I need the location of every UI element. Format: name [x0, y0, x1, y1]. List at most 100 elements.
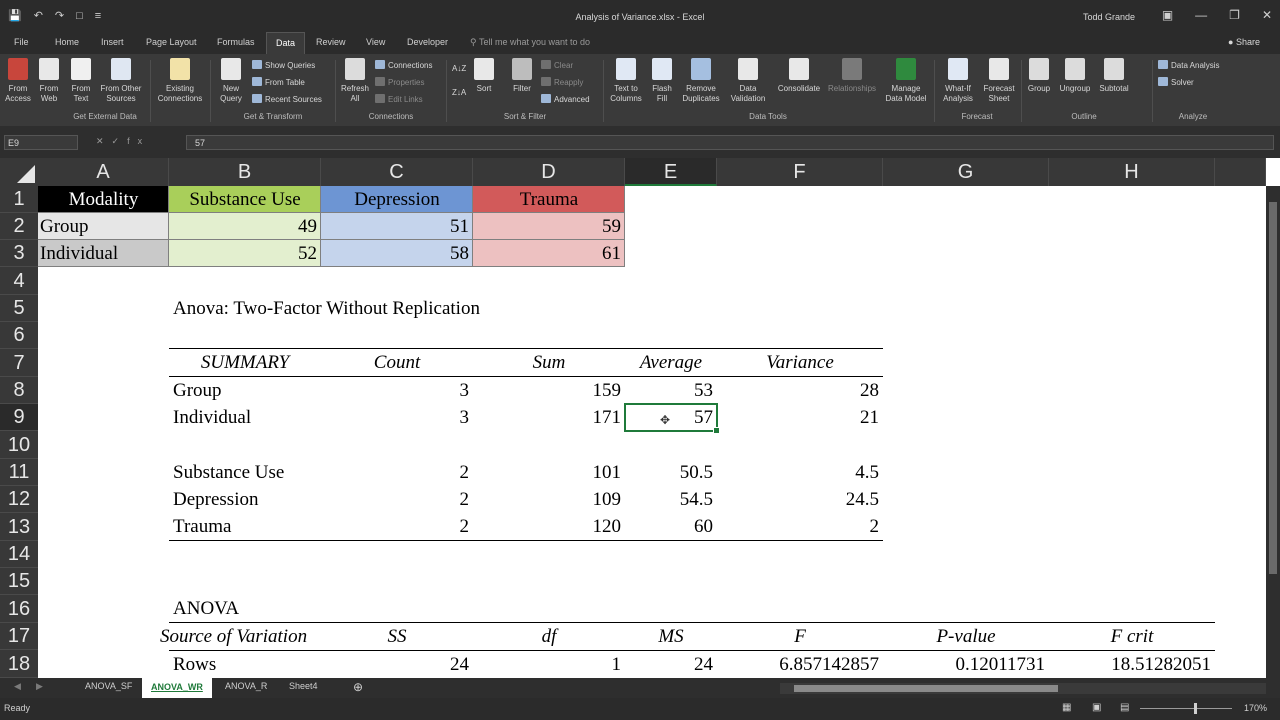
cell-b2[interactable]: 49 [169, 213, 317, 240]
vertical-scrollbar[interactable] [1266, 186, 1280, 678]
filter-button[interactable]: Filter [508, 58, 536, 94]
anova-header-ms[interactable]: MS [625, 623, 717, 650]
prev-sheet-icon[interactable]: ◀ [14, 681, 21, 692]
column-header-c[interactable]: C [321, 158, 473, 186]
tab-insert[interactable]: Insert [101, 37, 124, 47]
anova-cell[interactable]: 6.857142857 [717, 651, 879, 678]
row-header-18[interactable]: 18 [0, 650, 38, 678]
column-header-f[interactable]: F [717, 158, 883, 186]
row-header-8[interactable]: 8 [0, 377, 38, 404]
summary-cell[interactable]: 2 [321, 459, 470, 486]
from-access-button[interactable]: From Access [3, 58, 33, 104]
summary-row-label[interactable]: Individual [173, 404, 251, 431]
summary-header-sum[interactable]: Sum [473, 349, 625, 376]
group-button[interactable]: Group [1024, 58, 1054, 94]
data-validation-button[interactable]: Data Validation [725, 58, 771, 104]
enter-icon[interactable]: ✓ [112, 136, 128, 146]
anova-header-p-value[interactable]: P-value [883, 623, 1049, 650]
row-header-1[interactable]: 1 [0, 186, 38, 213]
flash-fill-button[interactable]: Flash Fill [648, 58, 676, 104]
active-cell-selection[interactable] [624, 403, 720, 434]
cell-b1[interactable]: Substance Use [169, 186, 321, 213]
edit-links-button[interactable]: Edit Links [375, 94, 423, 104]
sort-button[interactable]: Sort [470, 58, 498, 94]
cell-a2[interactable]: Group [40, 213, 168, 240]
row-header-16[interactable]: 16 [0, 595, 38, 623]
cell-c2[interactable]: 51 [321, 213, 469, 240]
tab-view[interactable]: View [366, 37, 385, 47]
zoom-slider[interactable] [1140, 708, 1232, 709]
row-header-12[interactable]: 12 [0, 486, 38, 513]
sort-ascending-icon[interactable]: A↓Z [452, 64, 466, 73]
minimize-icon[interactable]: — [1195, 8, 1207, 22]
row-header-5[interactable]: 5 [0, 295, 38, 322]
refresh-all-button[interactable]: Refresh All [338, 58, 372, 104]
cell-a3[interactable]: Individual [40, 240, 168, 267]
summary-cell[interactable]: 109 [473, 486, 622, 513]
summary-cell[interactable]: 159 [473, 377, 622, 404]
spreadsheet-grid[interactable]: A B C D E F G H 1 2 3 4 5 6 7 8 9 10 11 … [0, 158, 1280, 678]
row-header-11[interactable]: 11 [0, 459, 38, 486]
share-button[interactable]: ● Share [1228, 37, 1260, 47]
summary-cell[interactable]: 171 [473, 404, 622, 431]
anova-header-f-crit[interactable]: F crit [1049, 623, 1215, 650]
select-all-corner[interactable] [0, 158, 38, 186]
summary-cell[interactable]: 2 [321, 486, 470, 513]
summary-cell[interactable]: 2 [321, 513, 470, 540]
tab-formulas[interactable]: Formulas [217, 37, 255, 47]
anova-cell[interactable]: 0.12011731 [883, 651, 1045, 678]
summary-cell[interactable]: 3 [321, 404, 470, 431]
new-query-button[interactable]: New Query [214, 58, 248, 104]
anova-header-ss[interactable]: SS [321, 623, 473, 650]
normal-view-icon[interactable]: ▦ [1062, 702, 1071, 713]
solver-button[interactable]: Solver [1158, 77, 1194, 87]
tab-home[interactable]: Home [55, 37, 79, 47]
cell-c1[interactable]: Depression [321, 186, 473, 213]
summary-cell[interactable]: 3 [321, 377, 470, 404]
column-header-a[interactable]: A [38, 158, 169, 186]
sheet-tab-sheet4[interactable]: Sheet4 [289, 681, 318, 691]
formula-input[interactable]: 57 [186, 135, 1274, 150]
summary-cell[interactable]: 4.5 [717, 459, 879, 486]
add-sheet-icon[interactable]: ⊕ [353, 680, 363, 694]
zoom-slider-knob[interactable] [1194, 703, 1197, 714]
row-header-4[interactable]: 4 [0, 267, 38, 295]
column-header-b[interactable]: B [169, 158, 321, 186]
summary-row-label[interactable]: Group [173, 377, 222, 404]
anova-cell[interactable]: 24 [321, 651, 469, 678]
show-queries-button[interactable]: Show Queries [252, 60, 315, 70]
anova-header-source[interactable]: Source of Variation [160, 623, 321, 650]
user-name[interactable]: Todd Grande [1083, 12, 1135, 22]
row-header-14[interactable]: 14 [0, 541, 38, 568]
row-header-17[interactable]: 17 [0, 623, 38, 650]
summary-cell[interactable]: 101 [473, 459, 622, 486]
from-text-button[interactable]: From Text [66, 58, 96, 104]
row-header-13[interactable]: 13 [0, 513, 38, 541]
forecast-sheet-button[interactable]: Forecast Sheet [981, 58, 1017, 104]
restore-icon[interactable]: ❐ [1229, 8, 1240, 22]
cell-d3[interactable]: 61 [473, 240, 621, 267]
cell-c3[interactable]: 58 [321, 240, 469, 267]
column-header-g[interactable]: G [883, 158, 1049, 186]
summary-header-variance[interactable]: Variance [717, 349, 883, 376]
tab-page-layout[interactable]: Page Layout [146, 37, 197, 47]
row-header-7[interactable]: 7 [0, 349, 38, 377]
summary-header-count[interactable]: Count [321, 349, 473, 376]
tab-file[interactable]: File [14, 37, 29, 47]
row-header-6[interactable]: 6 [0, 322, 38, 349]
page-break-view-icon[interactable]: ▤ [1120, 702, 1129, 713]
tell-me-box[interactable]: ⚲ Tell me what you want to do [470, 37, 590, 48]
existing-connections-button[interactable]: Existing Connections [154, 58, 206, 104]
summary-cell[interactable]: 53 [625, 377, 713, 404]
page-layout-view-icon[interactable]: ▣ [1092, 702, 1101, 713]
connections-button[interactable]: Connections [375, 60, 432, 70]
anova-header-df[interactable]: df [473, 623, 625, 650]
summary-row-label[interactable]: Trauma [173, 513, 231, 540]
zoom-level[interactable]: 170% [1244, 703, 1267, 713]
ribbon-display-icon[interactable]: ▣ [1162, 8, 1173, 22]
data-analysis-button[interactable]: Data Analysis [1158, 60, 1219, 70]
summary-cell[interactable]: 54.5 [625, 486, 713, 513]
summary-row-label[interactable]: Substance Use [173, 459, 284, 486]
anova-row-label[interactable]: Rows [173, 651, 216, 678]
tab-data[interactable]: Data [266, 32, 306, 54]
